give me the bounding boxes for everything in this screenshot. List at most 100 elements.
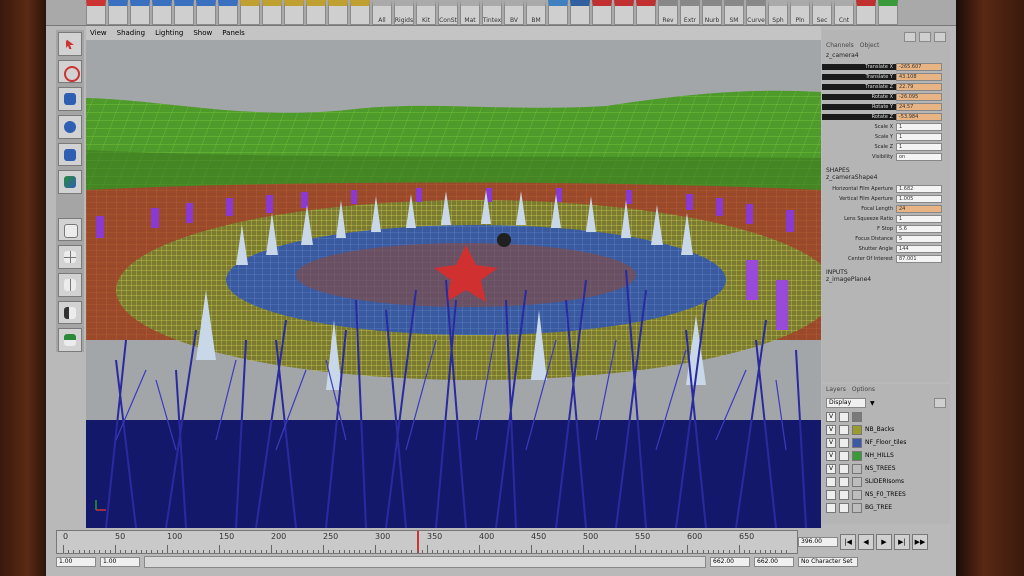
- tab-layers[interactable]: Layers: [826, 386, 846, 396]
- channel-value-field[interactable]: 1: [896, 123, 942, 131]
- shelf-button[interactable]: [878, 0, 898, 25]
- shelf-button[interactable]: [86, 0, 106, 25]
- channel-label[interactable]: Vertical Film Aperture: [822, 196, 896, 202]
- channel-label[interactable]: Horizontal Film Aperture: [822, 186, 896, 192]
- shelf-button[interactable]: [570, 0, 590, 25]
- layer-color-swatch[interactable]: [852, 411, 862, 422]
- shelf-button[interactable]: [592, 0, 612, 25]
- channel-value-field[interactable]: 24.57: [896, 103, 942, 111]
- tab-object[interactable]: Object: [860, 42, 880, 52]
- shelf-button[interactable]: Tintex: [482, 0, 502, 25]
- channel-label[interactable]: Scale X: [822, 124, 896, 130]
- shelf-button[interactable]: [548, 0, 568, 25]
- start-time-field[interactable]: 1.00: [56, 557, 96, 567]
- tab-channels[interactable]: Channels: [826, 42, 854, 52]
- layer-visibility-checkbox[interactable]: V: [826, 450, 836, 461]
- shelf-button[interactable]: Cnt: [834, 0, 854, 25]
- shelf-button[interactable]: BM: [526, 0, 546, 25]
- shelf-button[interactable]: [152, 0, 172, 25]
- channel-label[interactable]: Visibility: [822, 154, 896, 160]
- 3d-viewport[interactable]: [86, 40, 821, 528]
- shelf-button[interactable]: Curve: [746, 0, 766, 25]
- layer-visibility-checkbox[interactable]: V: [826, 437, 836, 448]
- shelf-button[interactable]: [856, 0, 876, 25]
- shelf-button[interactable]: Nurb: [702, 0, 722, 25]
- channel-value-field[interactable]: 22.79: [896, 83, 942, 91]
- shelf-button[interactable]: ConSt: [438, 0, 458, 25]
- range-bar[interactable]: [144, 556, 706, 568]
- channel-value-field[interactable]: 1.005: [896, 195, 942, 203]
- channel-label[interactable]: Translate X: [822, 64, 896, 70]
- layer-template-checkbox[interactable]: [839, 502, 849, 513]
- layout-single-button[interactable]: [58, 217, 82, 242]
- shelf-button[interactable]: [196, 0, 216, 25]
- layer-color-swatch[interactable]: [852, 437, 862, 448]
- shelf-button[interactable]: [636, 0, 656, 25]
- step-back-button[interactable]: ◀: [858, 534, 874, 550]
- time-slider[interactable]: 0 50 100 150 200 250 300 350 400 450 500 550 600 650: [56, 530, 798, 554]
- shelf-button[interactable]: Rigids: [394, 0, 414, 25]
- shelf-button[interactable]: SM: [724, 0, 744, 25]
- shelf-button[interactable]: Sph: [768, 0, 788, 25]
- new-layer-icon[interactable]: [934, 398, 946, 408]
- shelf-button[interactable]: [174, 0, 194, 25]
- current-frame-field[interactable]: 396.00: [798, 537, 838, 547]
- end-time-field[interactable]: 662.00: [754, 557, 794, 567]
- show-attribute-editor-icon[interactable]: [904, 32, 916, 42]
- shelf-button[interactable]: BV: [504, 0, 524, 25]
- viewport-menu-item[interactable]: View: [90, 29, 107, 37]
- channel-value-field[interactable]: 1: [896, 215, 942, 223]
- channel-value-field[interactable]: -53.984: [896, 113, 942, 121]
- channel-label[interactable]: Translate Y: [822, 74, 896, 80]
- shelf-button[interactable]: [306, 0, 326, 25]
- layer-color-swatch[interactable]: [852, 450, 862, 461]
- channel-value-field[interactable]: -26.095: [896, 93, 942, 101]
- play-button[interactable]: ▶: [876, 534, 892, 550]
- channel-label[interactable]: Center Of Interest: [822, 256, 896, 262]
- channel-value-field[interactable]: 24: [896, 205, 942, 213]
- rotate-tool-button[interactable]: [58, 114, 82, 139]
- layer-template-checkbox[interactable]: [839, 411, 849, 422]
- select-tool-button[interactable]: [58, 32, 82, 56]
- channel-label[interactable]: Scale Z: [822, 144, 896, 150]
- go-to-end-button[interactable]: ▶▶: [912, 534, 928, 550]
- channel-value-field[interactable]: 1: [896, 143, 942, 151]
- channel-value-field[interactable]: -265.607: [896, 63, 942, 71]
- layer-color-swatch[interactable]: [852, 489, 862, 500]
- layout-split-button[interactable]: [58, 273, 82, 297]
- layer-type-dropdown[interactable]: Display: [826, 398, 866, 408]
- step-forward-button[interactable]: ▶|: [894, 534, 910, 550]
- layout-four-button[interactable]: [58, 245, 82, 269]
- layer-template-checkbox[interactable]: [839, 437, 849, 448]
- channel-label[interactable]: Focus Distance: [822, 236, 896, 242]
- layer-row[interactable]: V NH_HILLS: [822, 449, 950, 462]
- viewport-menu-item[interactable]: Shading: [117, 29, 145, 37]
- shelf-button[interactable]: Rev: [658, 0, 678, 25]
- channel-label[interactable]: Rotate X: [822, 94, 896, 100]
- channel-label[interactable]: Rotate Z: [822, 114, 896, 120]
- shelf-button[interactable]: Extr: [680, 0, 700, 25]
- layer-template-checkbox[interactable]: [839, 463, 849, 474]
- shelf-button[interactable]: [262, 0, 282, 25]
- layer-row[interactable]: BG_TREE: [822, 501, 950, 514]
- layer-visibility-checkbox[interactable]: [826, 489, 836, 500]
- layer-visibility-checkbox[interactable]: [826, 502, 836, 513]
- channel-value-field[interactable]: on: [896, 153, 942, 161]
- layer-row[interactable]: V NS_TREES: [822, 462, 950, 475]
- tab-options[interactable]: Options: [852, 386, 875, 396]
- go-to-start-button[interactable]: |◀: [840, 534, 856, 550]
- show-channel-box-icon[interactable]: [934, 32, 946, 42]
- layout-graph-button[interactable]: [58, 328, 82, 352]
- layer-visibility-checkbox[interactable]: V: [826, 411, 836, 422]
- viewport-menu-item[interactable]: Panels: [222, 29, 245, 37]
- channel-label[interactable]: Scale Y: [822, 134, 896, 140]
- layer-color-swatch[interactable]: [852, 502, 862, 513]
- layer-template-checkbox[interactable]: [839, 424, 849, 435]
- shelf-button[interactable]: [218, 0, 238, 25]
- shelf-button[interactable]: [240, 0, 260, 25]
- layer-template-checkbox[interactable]: [839, 489, 849, 500]
- show-tool-settings-icon[interactable]: [919, 32, 931, 42]
- shelf-button[interactable]: [328, 0, 348, 25]
- channel-label[interactable]: Lens Squeeze Ratio: [822, 216, 896, 222]
- shelf-button[interactable]: Sec: [812, 0, 832, 25]
